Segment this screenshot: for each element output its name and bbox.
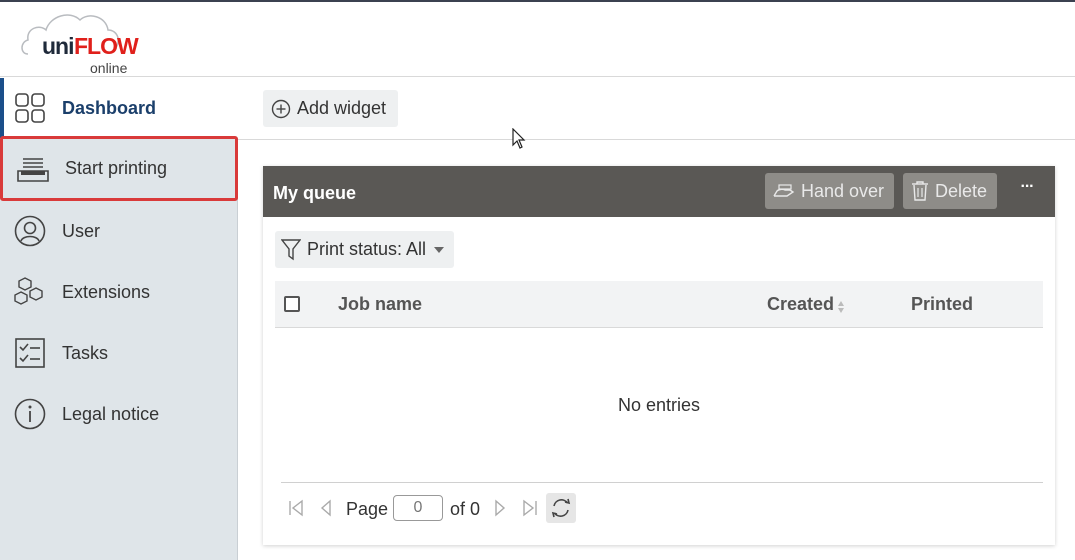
sidebar-item-label: Legal notice [62,403,160,424]
sidebar-item-label: User [62,220,101,241]
column-job-name[interactable]: Job name [338,294,422,315]
sidebar: Dashboard Start printing User Extensions… [0,78,238,560]
sidebar-item-label: Extensions [62,281,151,302]
sidebar-item-start-printing[interactable]: Start printing [0,136,238,201]
sidebar-item-extensions[interactable]: Extensions [0,262,238,322]
sort-icon[interactable] [837,300,845,319]
cubes-icon [14,276,46,308]
logo-flow-text: FLOW [74,33,139,59]
print-status-filter[interactable]: Print status: All [275,231,455,268]
table-header: Job name Created Printed [275,281,1043,328]
grid-icon [14,92,46,124]
refresh-icon[interactable] [546,493,576,523]
plus-circle-icon [271,99,291,119]
column-created[interactable]: Created [767,294,834,315]
delete-label: Delete [935,180,988,201]
page-number-input[interactable] [393,495,443,521]
sidebar-item-tasks[interactable]: Tasks [0,323,238,383]
sidebar-item-legal-notice[interactable]: Legal notice [0,384,238,444]
next-page-icon[interactable] [487,493,513,523]
app-header: uni FLOW online [0,2,1075,77]
printer-tray-icon [17,153,49,185]
widget-title: My queue [273,183,357,203]
add-widget-label: Add widget [297,98,387,118]
widget-header: My queue Hand over Delete ··· [263,166,1055,217]
hand-over-button[interactable]: Hand over [765,173,895,209]
pagination: Page of 0 [283,493,603,523]
add-widget-button[interactable]: Add widget [263,90,399,127]
info-icon [14,398,46,430]
chevron-down-icon [434,246,445,253]
last-page-icon[interactable] [517,493,543,523]
user-icon [14,215,46,247]
sidebar-item-dashboard[interactable]: Dashboard [0,78,238,138]
filter-icon [281,238,301,261]
trash-icon [911,181,929,201]
more-options-button[interactable]: ··· [1015,178,1039,202]
sidebar-item-label: Dashboard [62,97,157,118]
pager-divider [281,482,1043,483]
sidebar-item-user[interactable]: User [0,201,238,261]
select-all-checkbox[interactable] [284,296,300,312]
checklist-icon [14,337,46,369]
hand-over-icon [773,183,795,199]
delete-button[interactable]: Delete [903,173,998,209]
filter-label: Print status: All [307,239,427,259]
logo-uni-text: uni [42,33,74,59]
logo-online-text: online [90,60,128,76]
page-count-label: of 0 [450,499,481,519]
hand-over-label: Hand over [801,180,885,201]
my-queue-widget: My queue Hand over Delete ··· Print stat… [263,166,1055,545]
page-label: Page [346,499,389,519]
sidebar-item-label: Tasks [62,342,109,363]
dashboard-toolbar: Add widget [238,78,1075,140]
previous-page-icon[interactable] [313,493,339,523]
mouse-cursor-icon [512,127,526,155]
sidebar-item-label: Start printing [65,158,168,178]
uniflow-logo[interactable]: uni FLOW online [18,6,158,76]
empty-state-text: No entries [617,395,701,415]
first-page-icon[interactable] [283,493,309,523]
column-printed[interactable]: Printed [911,294,973,315]
